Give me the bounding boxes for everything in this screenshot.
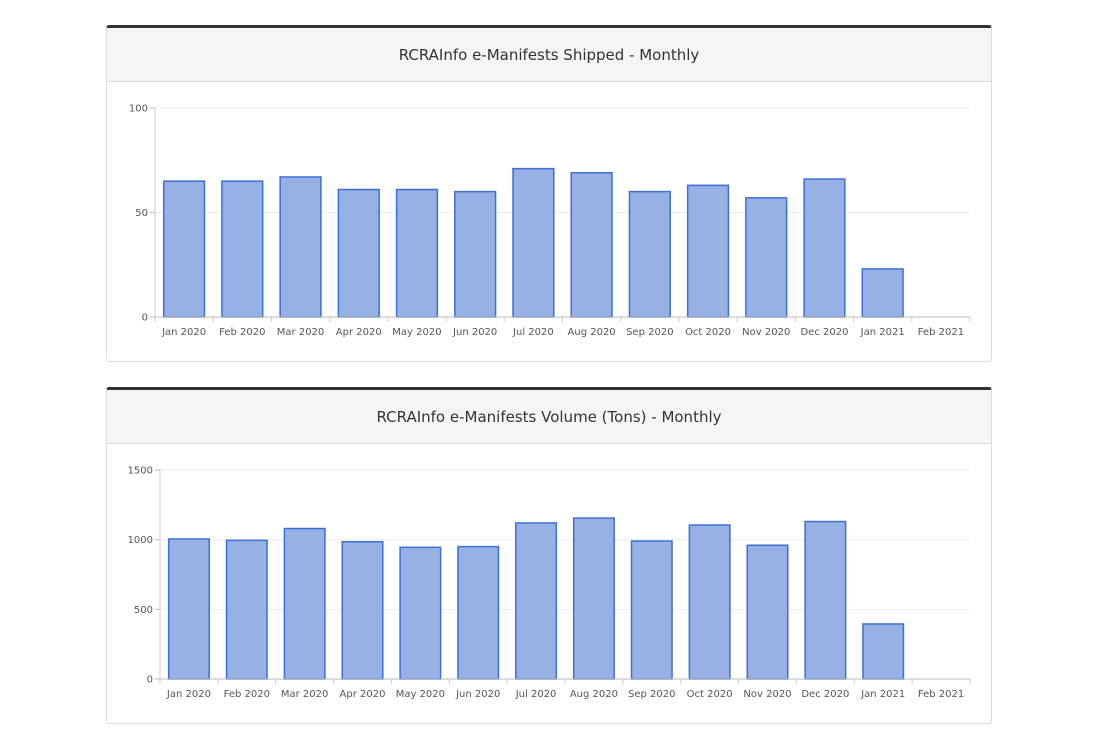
bar[interactable] bbox=[221, 180, 264, 318]
x-tick-label: Feb 2020 bbox=[219, 327, 265, 338]
bar-chart-shipped: 0 50 100 Jan 2020 Feb 2020 Mar 2020 Apr 2020 Ma… bbox=[129, 104, 971, 338]
x-tick-label: Dec 2020 bbox=[801, 689, 849, 700]
x-tick-label: Jul 2020 bbox=[515, 689, 557, 700]
bar[interactable] bbox=[167, 538, 210, 680]
chart-panel-shipped: RCRAInfo e-Manifests Shipped - Monthly 0… bbox=[106, 25, 992, 362]
bar[interactable] bbox=[395, 188, 439, 318]
x-tick-label: Oct 2020 bbox=[687, 689, 733, 700]
x-tick-label: Feb 2021 bbox=[918, 689, 964, 700]
bar[interactable] bbox=[512, 167, 555, 318]
x-tick-label: Jan 2020 bbox=[161, 327, 206, 338]
chart-title: RCRAInfo e-Manifests Volume (Tons) - Mon… bbox=[107, 390, 991, 444]
x-tick-label: Jan 2021 bbox=[860, 327, 905, 338]
bar[interactable] bbox=[862, 623, 905, 680]
x-tick-label: Feb 2020 bbox=[224, 689, 270, 700]
x-tick-label: Sep 2020 bbox=[626, 327, 673, 338]
x-tick-label: Jul 2020 bbox=[512, 327, 554, 338]
y-tick-label: 0 bbox=[142, 313, 148, 324]
bar[interactable] bbox=[570, 172, 613, 318]
x-tick-label: Mar 2020 bbox=[281, 689, 329, 700]
x-tick-label: Aug 2020 bbox=[568, 327, 616, 338]
bar[interactable] bbox=[225, 539, 268, 680]
chart-title: RCRAInfo e-Manifests Shipped - Monthly bbox=[107, 28, 991, 82]
bar[interactable] bbox=[746, 544, 789, 680]
x-tick-label: Jan 2020 bbox=[166, 689, 211, 700]
y-tick-label: 0 bbox=[147, 675, 153, 686]
bar[interactable] bbox=[804, 520, 847, 680]
x-tick-label: Apr 2020 bbox=[336, 327, 382, 338]
x-tick-label: Jan 2021 bbox=[860, 689, 905, 700]
y-tick-label: 100 bbox=[129, 104, 148, 115]
x-tick-label: Aug 2020 bbox=[570, 689, 618, 700]
x-tick-label: Feb 2021 bbox=[918, 327, 964, 338]
bar[interactable] bbox=[457, 545, 500, 680]
chart-panel-volume: RCRAInfo e-Manifests Volume (Tons) - Mon… bbox=[106, 387, 992, 724]
x-tick-label: Apr 2020 bbox=[340, 689, 386, 700]
y-tick-label: 500 bbox=[134, 605, 153, 616]
bar[interactable] bbox=[745, 197, 788, 318]
bar[interactable] bbox=[628, 190, 671, 318]
bar[interactable] bbox=[515, 522, 558, 680]
y-tick-label: 1500 bbox=[128, 466, 153, 477]
bar[interactable] bbox=[399, 546, 442, 680]
bar-chart-volume: 0 500 1000 1500 Jan 2020 Feb 2020 Mar 2020 Apr … bbox=[128, 466, 971, 700]
y-tick-label: 50 bbox=[135, 208, 148, 219]
x-tick-label: May 2020 bbox=[392, 327, 441, 338]
chart-body: 0 500 1000 1500 Jan 2020 Feb 2020 Mar 2020 Apr … bbox=[107, 444, 991, 722]
x-tick-label: May 2020 bbox=[396, 689, 445, 700]
bar[interactable] bbox=[279, 176, 322, 318]
x-tick-label: Jun 2020 bbox=[452, 327, 497, 338]
y-tick-label: 1000 bbox=[128, 535, 153, 546]
bar[interactable] bbox=[337, 188, 380, 318]
bar[interactable] bbox=[630, 540, 673, 680]
bar[interactable] bbox=[688, 524, 731, 680]
x-tick-label: Nov 2020 bbox=[742, 327, 790, 338]
x-tick-label: Oct 2020 bbox=[685, 327, 731, 338]
x-tick-label: Nov 2020 bbox=[743, 689, 791, 700]
chart-body: 0 50 100 Jan 2020 Feb 2020 Mar 2020 Apr 2020 Ma… bbox=[107, 82, 991, 360]
bar[interactable] bbox=[861, 268, 904, 318]
bar[interactable] bbox=[803, 178, 846, 318]
x-tick-label: Mar 2020 bbox=[277, 327, 325, 338]
bar[interactable] bbox=[572, 517, 615, 680]
bar[interactable] bbox=[341, 541, 384, 680]
bar[interactable] bbox=[454, 190, 497, 318]
bar[interactable] bbox=[686, 184, 730, 318]
bar[interactable] bbox=[162, 180, 206, 318]
x-tick-label: Sep 2020 bbox=[628, 689, 675, 700]
x-tick-label: Dec 2020 bbox=[800, 327, 848, 338]
x-tick-label: Jun 2020 bbox=[455, 689, 500, 700]
bar[interactable] bbox=[283, 527, 326, 680]
